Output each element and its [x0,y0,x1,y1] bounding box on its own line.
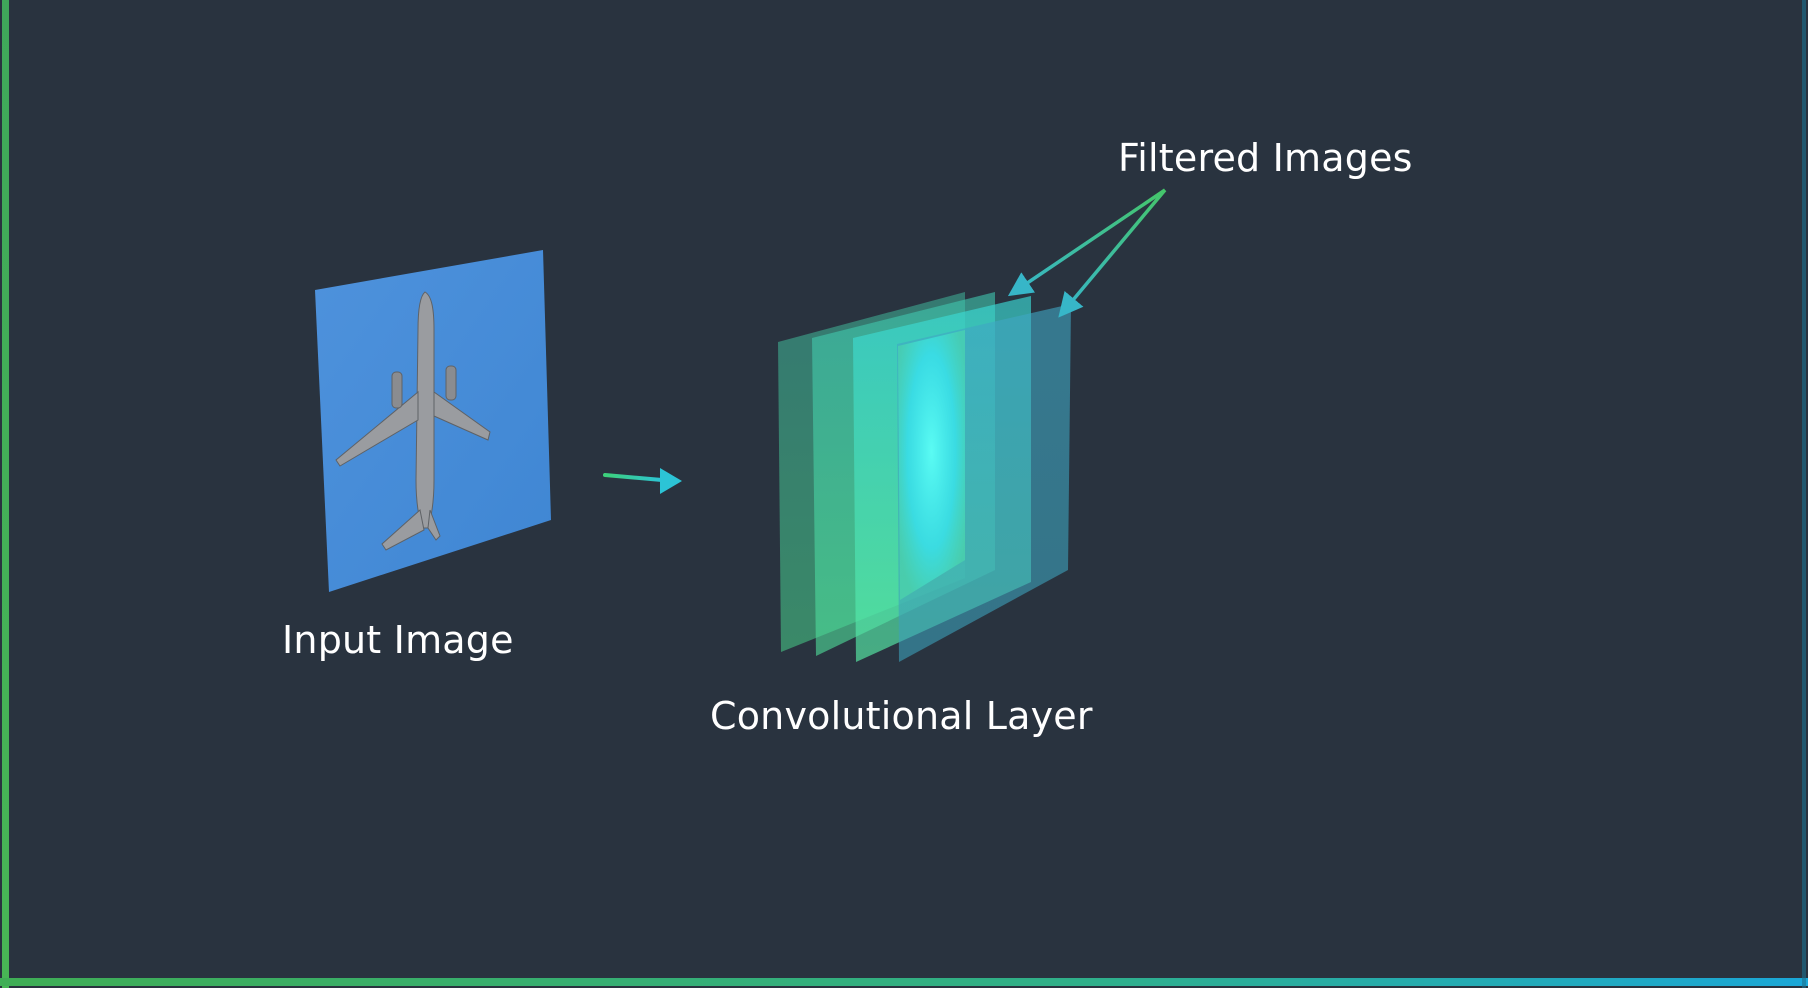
pointer-arrow-to-front-layer [1007,188,1166,297]
diagram-graphics [0,0,1808,988]
pointer-arrow-icon [1007,188,1167,318]
convolutional-layer-label: Convolutional Layer [710,694,1093,738]
frame-bottom-border [0,978,1808,986]
filtered-images-label: Filtered Images [1118,136,1413,180]
slide-canvas: Filtered Images Input Image Convolutiona… [0,0,1808,988]
pointer-arrow-to-back-layer [1058,188,1167,318]
right-arrow-icon [603,468,682,494]
convolutional-layer-stack [778,292,1071,662]
filtered-image-core-glow [898,330,965,600]
input-image-label: Input Image [282,618,514,662]
input-image-panel [315,250,551,592]
frame-left-border [2,0,9,988]
frame-right-border [1802,0,1806,988]
